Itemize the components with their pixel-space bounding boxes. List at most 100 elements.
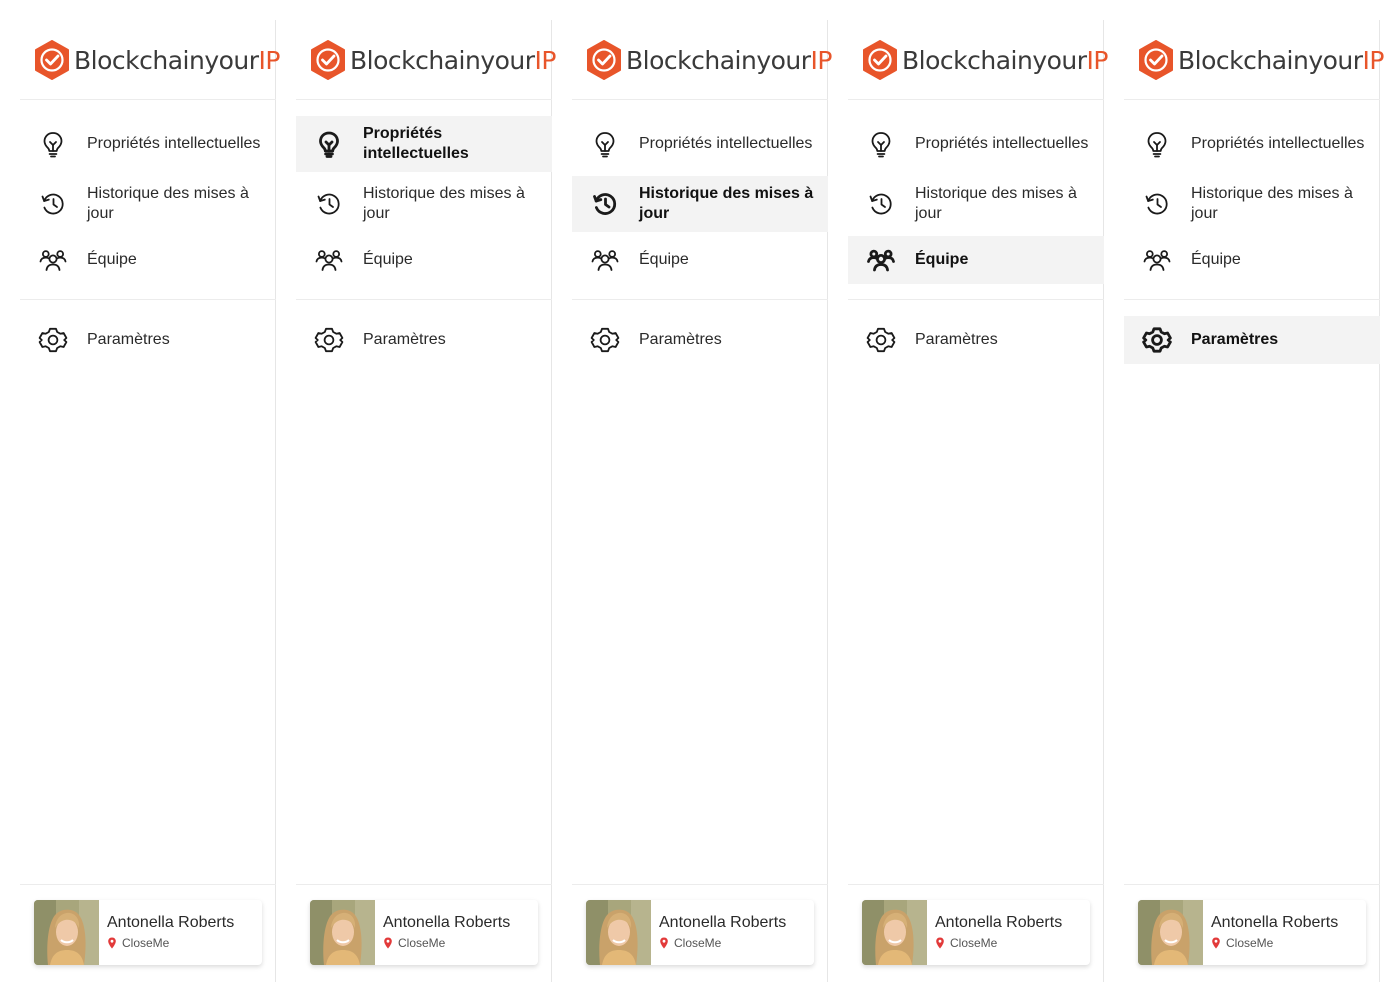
user-info: Antonella Roberts CloseMe [651, 900, 786, 965]
sidebar-item-label: Équipe [87, 251, 137, 268]
sidebar-item-label: Propriétés intellectuelles [1191, 135, 1365, 152]
user-org: CloseMe [1211, 936, 1338, 950]
sidebar-item-parametres[interactable]: Paramètres [848, 316, 1104, 364]
sidebar-variant-5: BlockchainyourIP Propriétés intellectuel… [1124, 20, 1384, 982]
user-org-name: CloseMe [674, 936, 722, 950]
lightbulb-icon [314, 129, 344, 159]
user-profile-card[interactable]: Antonella Roberts CloseMe [310, 900, 538, 965]
sidebar-variant-4: BlockchainyourIP Propriétés intellectuel… [848, 20, 1108, 982]
history-icon [866, 189, 896, 219]
user-profile-card[interactable]: Antonella Roberts CloseMe [862, 900, 1090, 965]
sidebar-item-label: Propriétés intellectuelles [87, 135, 261, 152]
sidebar-item-proprietes-intellectuelles[interactable]: Propriétés intellectuelles [296, 116, 552, 172]
sidebar-item-proprietes-intellectuelles[interactable]: Propriétés intellectuelles [1124, 116, 1380, 172]
user-profile-card[interactable]: Antonella Roberts CloseMe [1138, 900, 1366, 965]
brand-name-accent: IP [258, 45, 281, 75]
user-profile-card[interactable]: Antonella Roberts CloseMe [586, 900, 814, 965]
sidebar-item-label: Équipe [363, 251, 413, 268]
divider [572, 884, 828, 885]
gear-icon [314, 325, 344, 355]
brand-name-accent: IP [810, 45, 833, 75]
brand-name: BlockchainyourIP [902, 46, 1108, 75]
brand-name-main: Blockchainyour [902, 45, 1087, 75]
brand-name-main: Blockchainyour [626, 45, 811, 75]
sidebar-item-label: Paramètres [639, 331, 722, 348]
brand-logo[interactable]: BlockchainyourIP [1138, 40, 1384, 80]
sidebar-item-equipe[interactable]: Équipe [848, 236, 1104, 284]
team-icon [314, 245, 344, 275]
user-info: Antonella Roberts CloseMe [927, 900, 1062, 965]
team-icon [866, 245, 896, 275]
history-icon [1142, 189, 1172, 219]
sidebar-item-historique[interactable]: Historique des mises à jour [296, 176, 552, 232]
divider [20, 884, 276, 885]
brand-logo[interactable]: BlockchainyourIP [862, 40, 1108, 80]
sidebar-item-equipe[interactable]: Équipe [572, 236, 828, 284]
brand-logo[interactable]: BlockchainyourIP [34, 40, 280, 80]
brand-name-main: Blockchainyour [350, 45, 535, 75]
sidebar-item-parametres[interactable]: Paramètres [20, 316, 276, 364]
lightbulb-icon [1142, 129, 1172, 159]
sidebar-variant-1: BlockchainyourIP Propriétés intellectuel… [20, 20, 280, 982]
user-name: Antonella Roberts [1211, 914, 1339, 931]
lightbulb-icon [866, 129, 896, 159]
sidebar-item-historique[interactable]: Historique des mises à jour [848, 176, 1104, 232]
sidebar-item-historique[interactable]: Historique des mises à jour [20, 176, 276, 232]
user-name: Antonella Roberts [659, 914, 787, 931]
sidebar-item-label: Paramètres [1191, 331, 1279, 348]
divider [848, 99, 1104, 100]
sidebar-item-equipe[interactable]: Équipe [1124, 236, 1380, 284]
user-org: CloseMe [383, 936, 510, 950]
history-icon [590, 189, 620, 219]
sidebar-item-parametres[interactable]: Paramètres [1124, 316, 1380, 364]
sidebar-item-proprietes-intellectuelles[interactable]: Propriétés intellectuelles [848, 116, 1104, 172]
sidebar-variant-2: BlockchainyourIP Propriétés intellectuel… [296, 20, 556, 982]
user-name: Antonella Roberts [107, 914, 235, 931]
user-info: Antonella Roberts CloseMe [375, 900, 510, 965]
sidebar-item-label: Paramètres [87, 331, 170, 348]
sidebar-item-label: Paramètres [363, 331, 446, 348]
brand-name: BlockchainyourIP [626, 46, 832, 75]
avatar [1138, 900, 1203, 965]
sidebar-item-parametres[interactable]: Paramètres [572, 316, 828, 364]
brand-name: BlockchainyourIP [1178, 46, 1384, 75]
lightbulb-icon [590, 129, 620, 159]
brand-logo[interactable]: BlockchainyourIP [310, 40, 556, 80]
sidebar-item-historique[interactable]: Historique des mises à jour [1124, 176, 1380, 232]
logo-check-icon [587, 40, 621, 80]
closeme-logo-icon [1212, 937, 1220, 949]
sidebar-variant-3: BlockchainyourIP Propriétés intellectuel… [572, 20, 832, 982]
sidebar-item-label: Historique des mises à jour [1191, 185, 1353, 222]
divider [296, 99, 552, 100]
closeme-logo-icon [384, 937, 392, 949]
user-profile-card[interactable]: Antonella Roberts CloseMe [34, 900, 262, 965]
sidebar-item-historique[interactable]: Historique des mises à jour [572, 176, 828, 232]
user-org-name: CloseMe [950, 936, 998, 950]
brand-name-accent: IP [1362, 45, 1385, 75]
brand-logo[interactable]: BlockchainyourIP [586, 40, 832, 80]
avatar [586, 900, 651, 965]
gear-icon [38, 325, 68, 355]
divider [848, 299, 1104, 300]
user-org: CloseMe [107, 936, 234, 950]
logo-check-icon [311, 40, 345, 80]
sidebar-item-equipe[interactable]: Équipe [296, 236, 552, 284]
divider [296, 884, 552, 885]
history-icon [314, 189, 344, 219]
user-org: CloseMe [659, 936, 786, 950]
team-icon [38, 245, 68, 275]
divider [848, 884, 1104, 885]
closeme-logo-icon [660, 937, 668, 949]
sidebar-item-label: Historique des mises à jour [915, 185, 1077, 222]
team-icon [1142, 245, 1172, 275]
sidebar-item-proprietes-intellectuelles[interactable]: Propriétés intellectuelles [20, 116, 276, 172]
sidebar-item-equipe[interactable]: Équipe [20, 236, 276, 284]
user-info: Antonella Roberts CloseMe [1203, 900, 1338, 965]
sidebar-item-proprietes-intellectuelles[interactable]: Propriétés intellectuelles [572, 116, 828, 172]
brand-name-accent: IP [1086, 45, 1109, 75]
sidebar-item-label: Historique des mises à jour [639, 185, 814, 222]
divider [572, 299, 828, 300]
sidebar-item-label: Paramètres [915, 331, 998, 348]
brand-name-accent: IP [534, 45, 557, 75]
sidebar-item-parametres[interactable]: Paramètres [296, 316, 552, 364]
